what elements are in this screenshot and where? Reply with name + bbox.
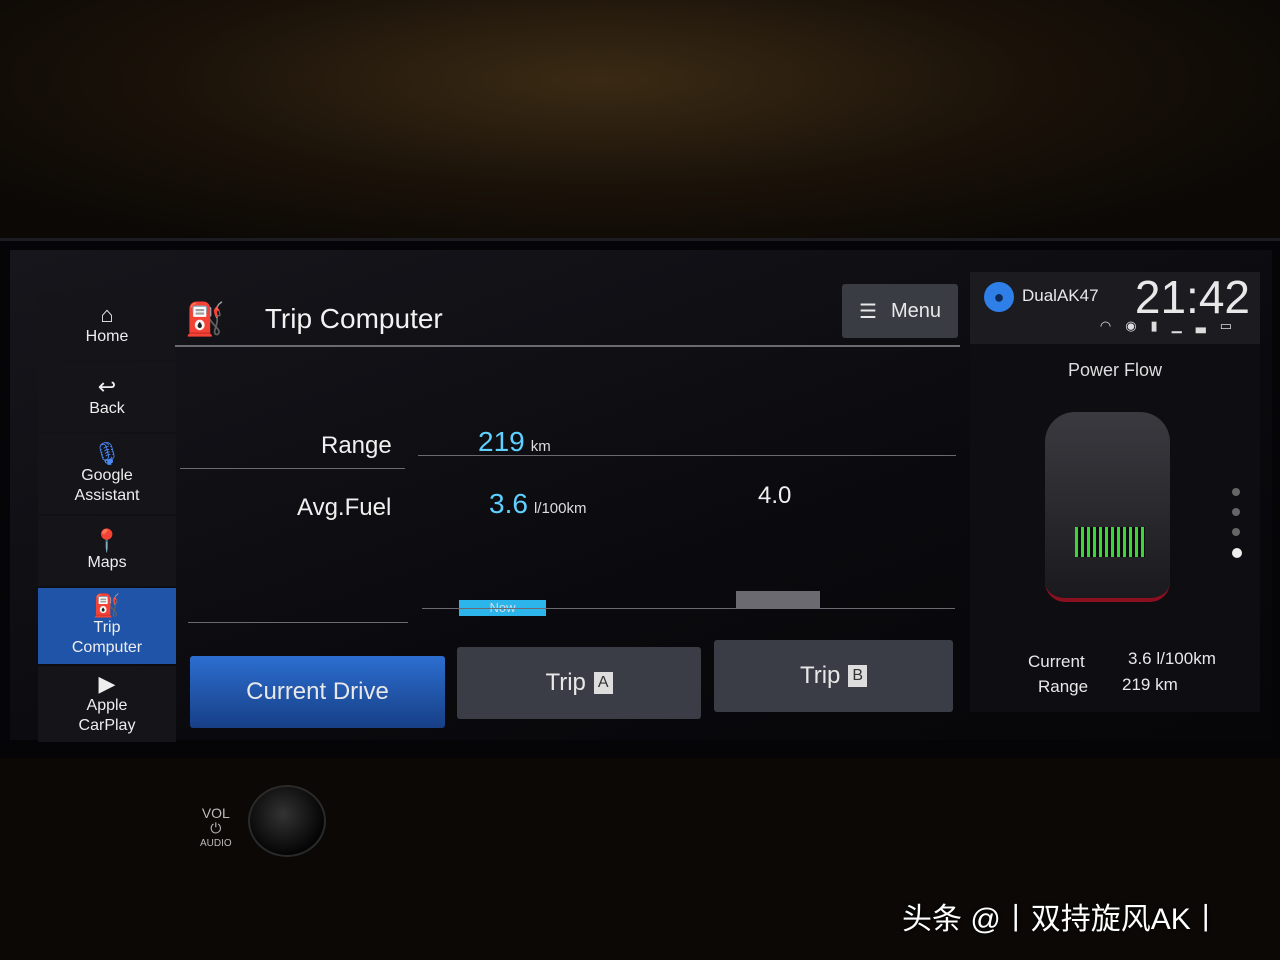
sidebar-item-google-assistant[interactable]: 🎙 Google Assistant xyxy=(38,434,176,514)
user-name: DualAK47 xyxy=(1022,286,1099,305)
divider xyxy=(180,468,405,469)
fuel-pump-icon: ⛽ xyxy=(185,301,225,337)
battery-charge-graphic xyxy=(1075,527,1145,557)
wifi-icon: ◉ xyxy=(1125,318,1151,333)
page-header: ⛽ Trip Computer xyxy=(185,300,443,338)
tab-current-drive[interactable]: Current Drive xyxy=(190,656,445,728)
page-title: Trip Computer xyxy=(264,303,443,334)
watermark: 头条 @丨双持旋风AK丨 xyxy=(902,903,1221,936)
chart-baseline xyxy=(422,608,955,609)
sidebar: ⌂ Home ↩ Back 🎙 Google Assistant 📍 Maps ⛽ Tri… xyxy=(38,290,176,744)
menu-button[interactable]: ☰ Menu xyxy=(842,284,958,338)
range-label: Range xyxy=(1038,677,1089,696)
compare-fuel-value: 4.0 xyxy=(758,482,792,509)
power-flow-panel: ● DualAK47 21:42 ◠◉▮▁▃▭ Power Flow Curre… xyxy=(970,271,1260,712)
user-avatar-icon[interactable]: ● xyxy=(984,282,1014,312)
avg-fuel-value: 3.6 l/100km xyxy=(489,488,587,519)
range-value: 219 km xyxy=(478,426,551,457)
back-icon: ↩ xyxy=(97,374,117,399)
hamburger-icon: ☰ xyxy=(859,300,877,323)
divider xyxy=(175,345,960,347)
background-scene xyxy=(0,0,1280,250)
microphone-icon: 🎙 xyxy=(93,441,121,466)
sidebar-item-maps[interactable]: 📍 Maps xyxy=(38,516,176,586)
clock: 21:42 xyxy=(1134,271,1250,323)
range-label: Range xyxy=(321,432,392,459)
avg-fuel-label: Avg.Fuel xyxy=(297,494,392,521)
sidebar-item-trip-computer[interactable]: ⛽ Trip Computer xyxy=(38,588,176,664)
current-label: Current xyxy=(1028,652,1085,671)
range-value: 219 km xyxy=(1122,675,1178,694)
maps-icon: 📍 xyxy=(93,528,121,553)
signal-icon: ▁▃ xyxy=(1171,318,1220,333)
current-value: 3.6 l/100km xyxy=(1128,649,1216,668)
volume-knob[interactable] xyxy=(248,785,326,857)
power-icon: ⏻ xyxy=(210,820,222,836)
divider xyxy=(418,455,956,456)
divider xyxy=(188,622,408,623)
fuel-pump-icon: ⛽ xyxy=(93,593,121,618)
status-icons: ◠◉▮▁▃▭ xyxy=(1100,318,1246,334)
sidebar-item-home[interactable]: ⌂ Home xyxy=(38,290,176,360)
battery-icon: ▭ xyxy=(1219,318,1246,333)
volume-label: VOL ⏻ AUDIO xyxy=(200,805,232,850)
compare-fuel-bar xyxy=(736,591,820,609)
usb-icon: ▮ xyxy=(1150,318,1172,333)
connected-car-icon: ◠ xyxy=(1099,318,1126,333)
tab-trip-a[interactable]: Trip A xyxy=(457,647,701,719)
sidebar-item-apple-carplay[interactable]: ▶ Apple CarPlay xyxy=(38,666,176,742)
car-power-flow-graphic xyxy=(1045,412,1170,602)
tab-trip-b[interactable]: Trip B xyxy=(714,640,953,712)
carplay-icon: ▶ xyxy=(98,671,116,696)
status-bar: ● DualAK47 21:42 ◠◉▮▁▃▭ xyxy=(970,271,1260,344)
home-icon: ⌂ xyxy=(100,302,114,327)
sidebar-item-back[interactable]: ↩ Back xyxy=(38,362,176,432)
power-flow-title: Power Flow xyxy=(1067,360,1163,380)
page-indicator[interactable] xyxy=(1232,488,1242,570)
